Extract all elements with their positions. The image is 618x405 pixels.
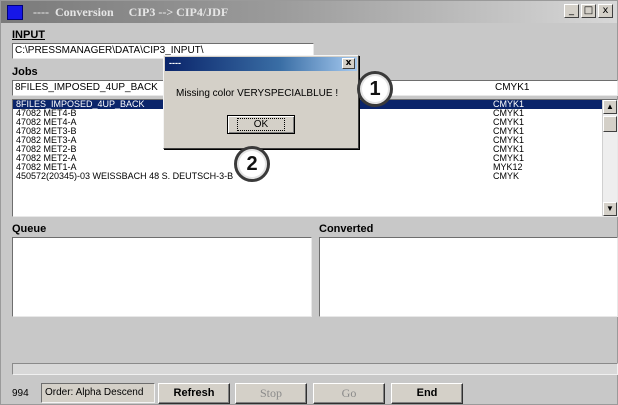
scroll-down-icon[interactable]: ▼ xyxy=(603,202,617,216)
refresh-button[interactable]: Refresh xyxy=(158,383,230,404)
current-job-profile: CMYK1 xyxy=(495,82,530,93)
order-selector[interactable]: Order: Alpha Descend xyxy=(41,383,155,403)
job-name: 450572(20345)-03 WEISSBACH 48 S. DEUTSCH… xyxy=(16,171,234,181)
job-row[interactable]: 47082 MET2-A CMYK1 xyxy=(13,154,617,163)
app-icon xyxy=(7,5,23,20)
scroll-up-icon[interactable]: ▲ xyxy=(603,100,617,114)
job-profile: CMYK xyxy=(493,171,520,181)
ok-button[interactable]: OK xyxy=(227,115,295,134)
title-bar[interactable]: ---- Conversion CIP3 --> CIP4/JDF _ □ x xyxy=(1,1,617,23)
progress-bar xyxy=(12,363,618,375)
queue-list[interactable] xyxy=(12,237,312,317)
ok-button-label: OK xyxy=(236,118,286,131)
missing-color-dialog: ---- x Missing color VERYSPECIALBLUE ! O… xyxy=(163,55,359,149)
input-label: INPUT xyxy=(12,29,45,41)
queue-label: Queue xyxy=(12,223,47,235)
conversion-window: ---- Conversion CIP3 --> CIP4/JDF _ □ x … xyxy=(0,0,618,405)
go-button[interactable]: Go xyxy=(313,383,385,404)
dialog-title-bar[interactable]: ---- x xyxy=(165,57,357,71)
stop-button[interactable]: Stop xyxy=(235,383,307,404)
callout-1: 1 xyxy=(357,71,393,107)
jobs-label: Jobs xyxy=(12,66,38,78)
current-job-name: 8FILES_IMPOSED_4UP_BACK xyxy=(15,82,158,93)
job-row[interactable]: 450572(20345)-03 WEISSBACH 48 S. DEUTSCH… xyxy=(13,172,617,181)
callout-2: 2 xyxy=(234,146,270,182)
dialog-message: Missing color VERYSPECIALBLUE ! xyxy=(176,88,339,99)
window-controls: _ □ x xyxy=(564,4,613,18)
minimize-button[interactable]: _ xyxy=(564,4,579,18)
close-button[interactable]: x xyxy=(598,4,613,18)
job-count: 994 xyxy=(12,388,29,399)
dialog-close-icon[interactable]: x xyxy=(342,58,355,69)
converted-list[interactable] xyxy=(319,237,618,317)
window-title: ---- Conversion CIP3 --> CIP4/JDF xyxy=(33,5,229,19)
end-button[interactable]: End xyxy=(391,383,463,404)
dialog-title: ---- xyxy=(169,58,181,68)
jobs-scrollbar[interactable]: ▲ ▼ xyxy=(602,100,617,216)
converted-label: Converted xyxy=(319,223,374,235)
maximize-button[interactable]: □ xyxy=(581,4,596,18)
scroll-thumb[interactable] xyxy=(603,116,617,132)
